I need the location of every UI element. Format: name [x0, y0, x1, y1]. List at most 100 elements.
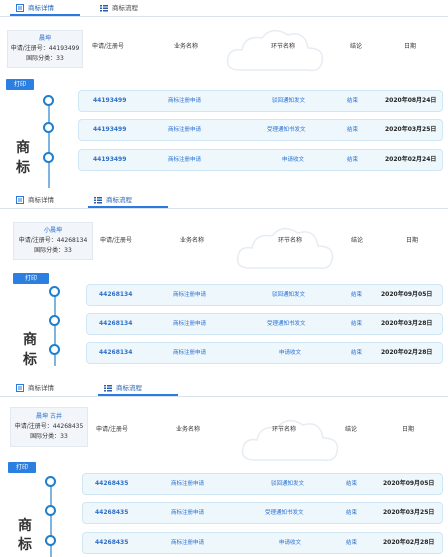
row-step: 驳回通知发文 — [271, 481, 305, 487]
list-icon — [100, 5, 108, 12]
col-app-no: 申请/注册号 — [96, 426, 129, 433]
table-header: 申请/注册号 业务名称 环节名称 结论 日期 — [92, 411, 446, 449]
row-date: 2020年03月25日 — [385, 126, 437, 133]
row-business: 商标注册申请 — [173, 321, 207, 327]
intl-class: 国际分类：33 — [30, 433, 68, 440]
table-header: 申请/注册号 业务名称 环节名称 结论 日期 — [86, 28, 446, 66]
trademark-panel-3: 商标详情 商标流程 晨坤 古井 申请/注册号：44268435 国际分类：33 … — [0, 380, 448, 557]
table-row: 44268134 商标注册申请 受理通知书发文 结束 2020年03月28日 — [86, 313, 443, 335]
tab-process[interactable]: 商标流程 — [98, 380, 178, 396]
col-business: 业务名称 — [176, 426, 201, 433]
timeline-node — [43, 152, 54, 163]
tab-process[interactable]: 商标流程 — [88, 192, 168, 208]
timeline-node — [43, 122, 54, 133]
row-step: 受理通知书发文 — [265, 510, 304, 516]
table-header: 申请/注册号 业务名称 环节名称 结论 日期 — [96, 222, 446, 260]
row-date: 2020年02月28日 — [381, 349, 433, 356]
intl-class: 国际分类：33 — [26, 55, 64, 62]
row-result: 结束 — [346, 481, 358, 487]
row-app-no: 44268134 — [99, 320, 133, 327]
side-label-char: 标 — [18, 537, 32, 553]
tab-process-label: 商标流程 — [112, 4, 138, 12]
col-business: 业务名称 — [180, 237, 205, 244]
detail-icon — [16, 4, 24, 12]
row-result: 结束 — [346, 540, 358, 546]
row-business: 商标注册申请 — [171, 510, 205, 516]
trademark-card: 晨坤 申请/注册号：44193499 国际分类：33 — [7, 30, 83, 68]
tab-detail-label: 商标详情 — [28, 384, 54, 392]
registration-number: 申请/注册号：44268134 — [18, 237, 88, 244]
tab-process[interactable]: 商标流程 — [94, 0, 174, 16]
table-row: 44193499 商标注册申请 受理通知书发文 结束 2020年03月25日 — [78, 119, 443, 141]
tab-detail[interactable]: 商标详情 — [10, 380, 80, 396]
timeline-node — [49, 344, 60, 355]
row-business: 商标注册申请 — [171, 481, 205, 487]
table-row: 44268435 商标注册申请 驳回通知发文 结束 2020年09月05日 — [82, 473, 443, 495]
row-app-no: 44193499 — [93, 126, 127, 133]
row-business: 商标注册申请 — [168, 127, 202, 133]
table-row: 44268134 商标注册申请 申请收文 结束 2020年02月28日 — [86, 342, 443, 364]
tab-process-label: 商标流程 — [116, 384, 142, 392]
detail-icon — [16, 196, 24, 204]
detail-icon — [16, 384, 24, 392]
row-step: 申请收文 — [279, 540, 302, 546]
trademark-card: 小晨坤 申请/注册号：44268134 国际分类：33 — [13, 222, 93, 260]
tab-bar: 商标详情 商标流程 — [0, 192, 448, 209]
row-date: 2020年02月28日 — [383, 539, 435, 546]
list-icon — [94, 197, 102, 204]
col-result: 结论 — [345, 426, 358, 433]
col-business: 业务名称 — [174, 43, 199, 50]
row-step: 申请收文 — [279, 350, 302, 356]
timeline-node — [49, 286, 60, 297]
trademark-panel-1: 商标详情 商标流程 晨坤 申请/注册号：44193499 国际分类：33 申请/… — [0, 0, 448, 188]
row-date: 2020年08月24日 — [385, 97, 437, 104]
trademark-name: 晨坤 古井 — [36, 413, 62, 420]
row-result: 结束 — [347, 127, 359, 133]
row-result: 结束 — [347, 157, 359, 163]
row-step: 受理通知书发文 — [267, 127, 306, 133]
side-label-char: 标 — [16, 160, 30, 176]
tab-bar: 商标详情 商标流程 — [0, 380, 448, 397]
print-button[interactable]: 打印 — [8, 462, 36, 473]
row-step: 驳回通知发文 — [272, 292, 306, 298]
row-business: 商标注册申请 — [168, 98, 202, 104]
col-step: 环节名称 — [278, 237, 303, 244]
row-business: 商标注册申请 — [173, 292, 207, 298]
row-app-no: 44268435 — [95, 480, 129, 487]
print-button[interactable]: 打印 — [13, 273, 49, 284]
side-label-char: 商 — [23, 332, 37, 348]
row-app-no: 44268435 — [95, 509, 129, 516]
registration-number: 申请/注册号：44193499 — [10, 45, 80, 52]
col-result: 结论 — [351, 237, 364, 244]
row-date: 2020年03月28日 — [381, 320, 433, 327]
side-label-char: 商 — [18, 518, 32, 534]
print-button[interactable]: 打印 — [6, 79, 34, 90]
row-app-no: 44193499 — [93, 97, 127, 104]
table-row: 44268134 商标注册申请 驳回通知发文 结束 2020年09月05日 — [86, 284, 443, 306]
row-result: 结束 — [351, 321, 363, 327]
col-app-no: 申请/注册号 — [100, 237, 133, 244]
trademark-card: 晨坤 古井 申请/注册号：44268435 国际分类：33 — [10, 407, 88, 447]
row-app-no: 44193499 — [93, 156, 127, 163]
timeline-line — [48, 96, 50, 188]
timeline-node — [45, 535, 56, 546]
row-step: 驳回通知发文 — [272, 98, 306, 104]
col-date: 日期 — [404, 43, 417, 50]
trademark-name: 小晨坤 — [43, 227, 62, 234]
trademark-name: 晨坤 — [38, 35, 51, 42]
col-step: 环节名称 — [272, 426, 297, 433]
trademark-panel-2: 商标详情 商标流程 小晨坤 申请/注册号：44268134 国际分类：33 申请… — [0, 192, 448, 372]
row-date: 2020年03月25日 — [383, 509, 435, 516]
table-row: 44268435 商标注册申请 受理通知书发文 结束 2020年03月25日 — [82, 502, 443, 524]
row-step: 申请收文 — [282, 157, 305, 163]
row-business: 商标注册申请 — [173, 350, 207, 356]
col-app-no: 申请/注册号 — [92, 43, 125, 50]
tab-detail-label: 商标详情 — [28, 4, 54, 12]
intl-class: 国际分类：33 — [34, 247, 72, 254]
tab-detail[interactable]: 商标详情 — [10, 192, 80, 208]
timeline-node — [45, 476, 56, 487]
col-date: 日期 — [402, 426, 415, 433]
timeline-node — [43, 95, 54, 106]
row-step: 受理通知书发文 — [267, 321, 306, 327]
tab-detail[interactable]: 商标详情 — [10, 0, 80, 16]
